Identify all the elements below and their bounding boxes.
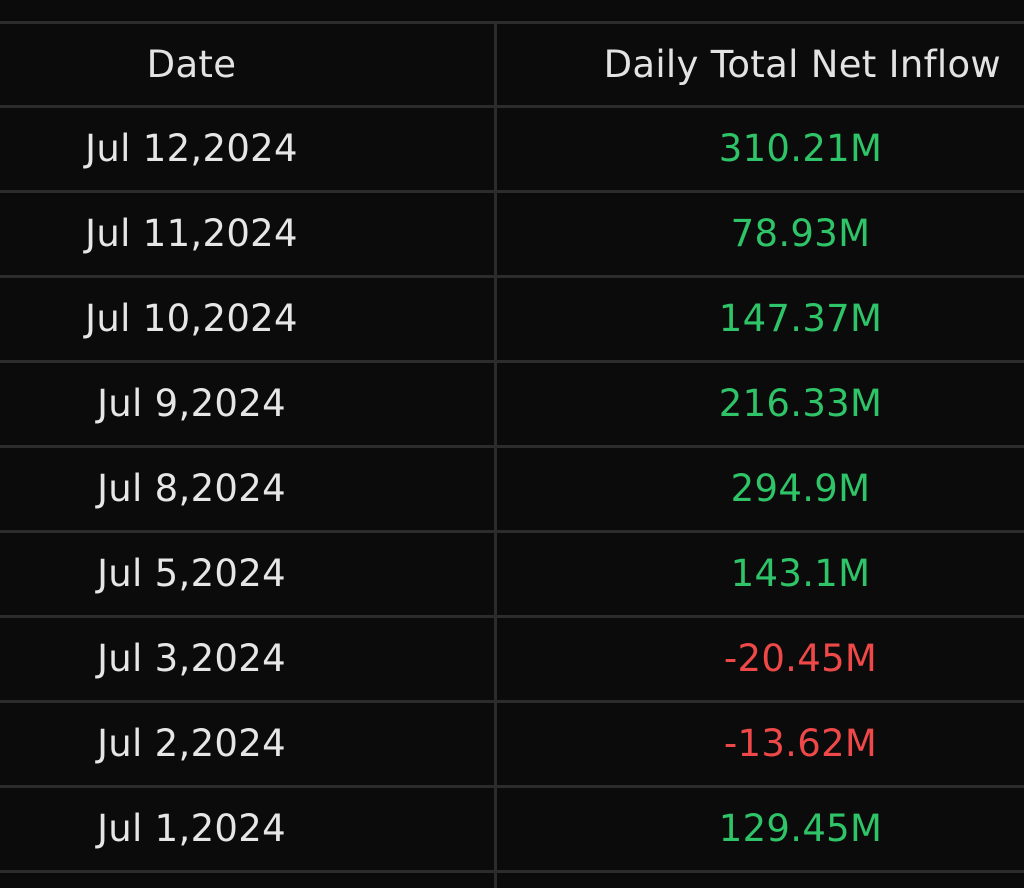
table-row[interactable]: Jul 9,2024 216.33M: [0, 363, 1024, 445]
date-cell: Jul 11,2024: [85, 212, 298, 255]
net-inflow-cell: 129.45M: [718, 807, 883, 850]
table-row[interactable]: Jul 10,2024 147.37M: [0, 278, 1024, 360]
table-row[interactable]: Jul 12,2024 310.21M: [0, 108, 1024, 190]
net-inflow-cell: 294.9M: [730, 467, 871, 510]
date-cell: Jul 5,2024: [97, 552, 286, 595]
table-divider: [0, 870, 1024, 873]
date-cell: Jul 3,2024: [97, 637, 286, 680]
net-inflow-cell: -13.62M: [723, 722, 878, 765]
net-inflow-cell: 143.1M: [730, 552, 871, 595]
net-inflow-table: Date Daily Total Net Inflow Jul 12,2024 …: [0, 0, 1024, 888]
table-header-row: Date Daily Total Net Inflow: [0, 24, 1024, 106]
date-cell: Jul 1,2024: [97, 807, 286, 850]
column-header-daily-total-net-inflow[interactable]: Daily Total Net Inflow: [497, 24, 1024, 106]
table-row[interactable]: Jul 1,2024 129.45M: [0, 788, 1024, 870]
table-row[interactable]: Jul 5,2024 143.1M: [0, 533, 1024, 615]
date-cell: Jul 2,2024: [97, 722, 286, 765]
net-inflow-cell: 310.21M: [718, 127, 883, 170]
date-cell: Jul 8,2024: [97, 467, 286, 510]
table-row[interactable]: Jul 11,2024 78.93M: [0, 193, 1024, 275]
table-row[interactable]: Jul 2,2024 -13.62M: [0, 703, 1024, 785]
net-inflow-cell: 147.37M: [718, 297, 883, 340]
net-inflow-cell: 78.93M: [730, 212, 871, 255]
net-inflow-cell: -20.45M: [723, 637, 878, 680]
date-cell: Jul 9,2024: [97, 382, 286, 425]
date-cell: Jul 10,2024: [85, 297, 298, 340]
table-row[interactable]: Jul 3,2024 -20.45M: [0, 618, 1024, 700]
table-row[interactable]: Jul 8,2024 294.9M: [0, 448, 1024, 530]
date-cell: Jul 12,2024: [85, 127, 298, 170]
column-header-date[interactable]: Date: [0, 24, 383, 106]
net-inflow-cell: 216.33M: [718, 382, 883, 425]
